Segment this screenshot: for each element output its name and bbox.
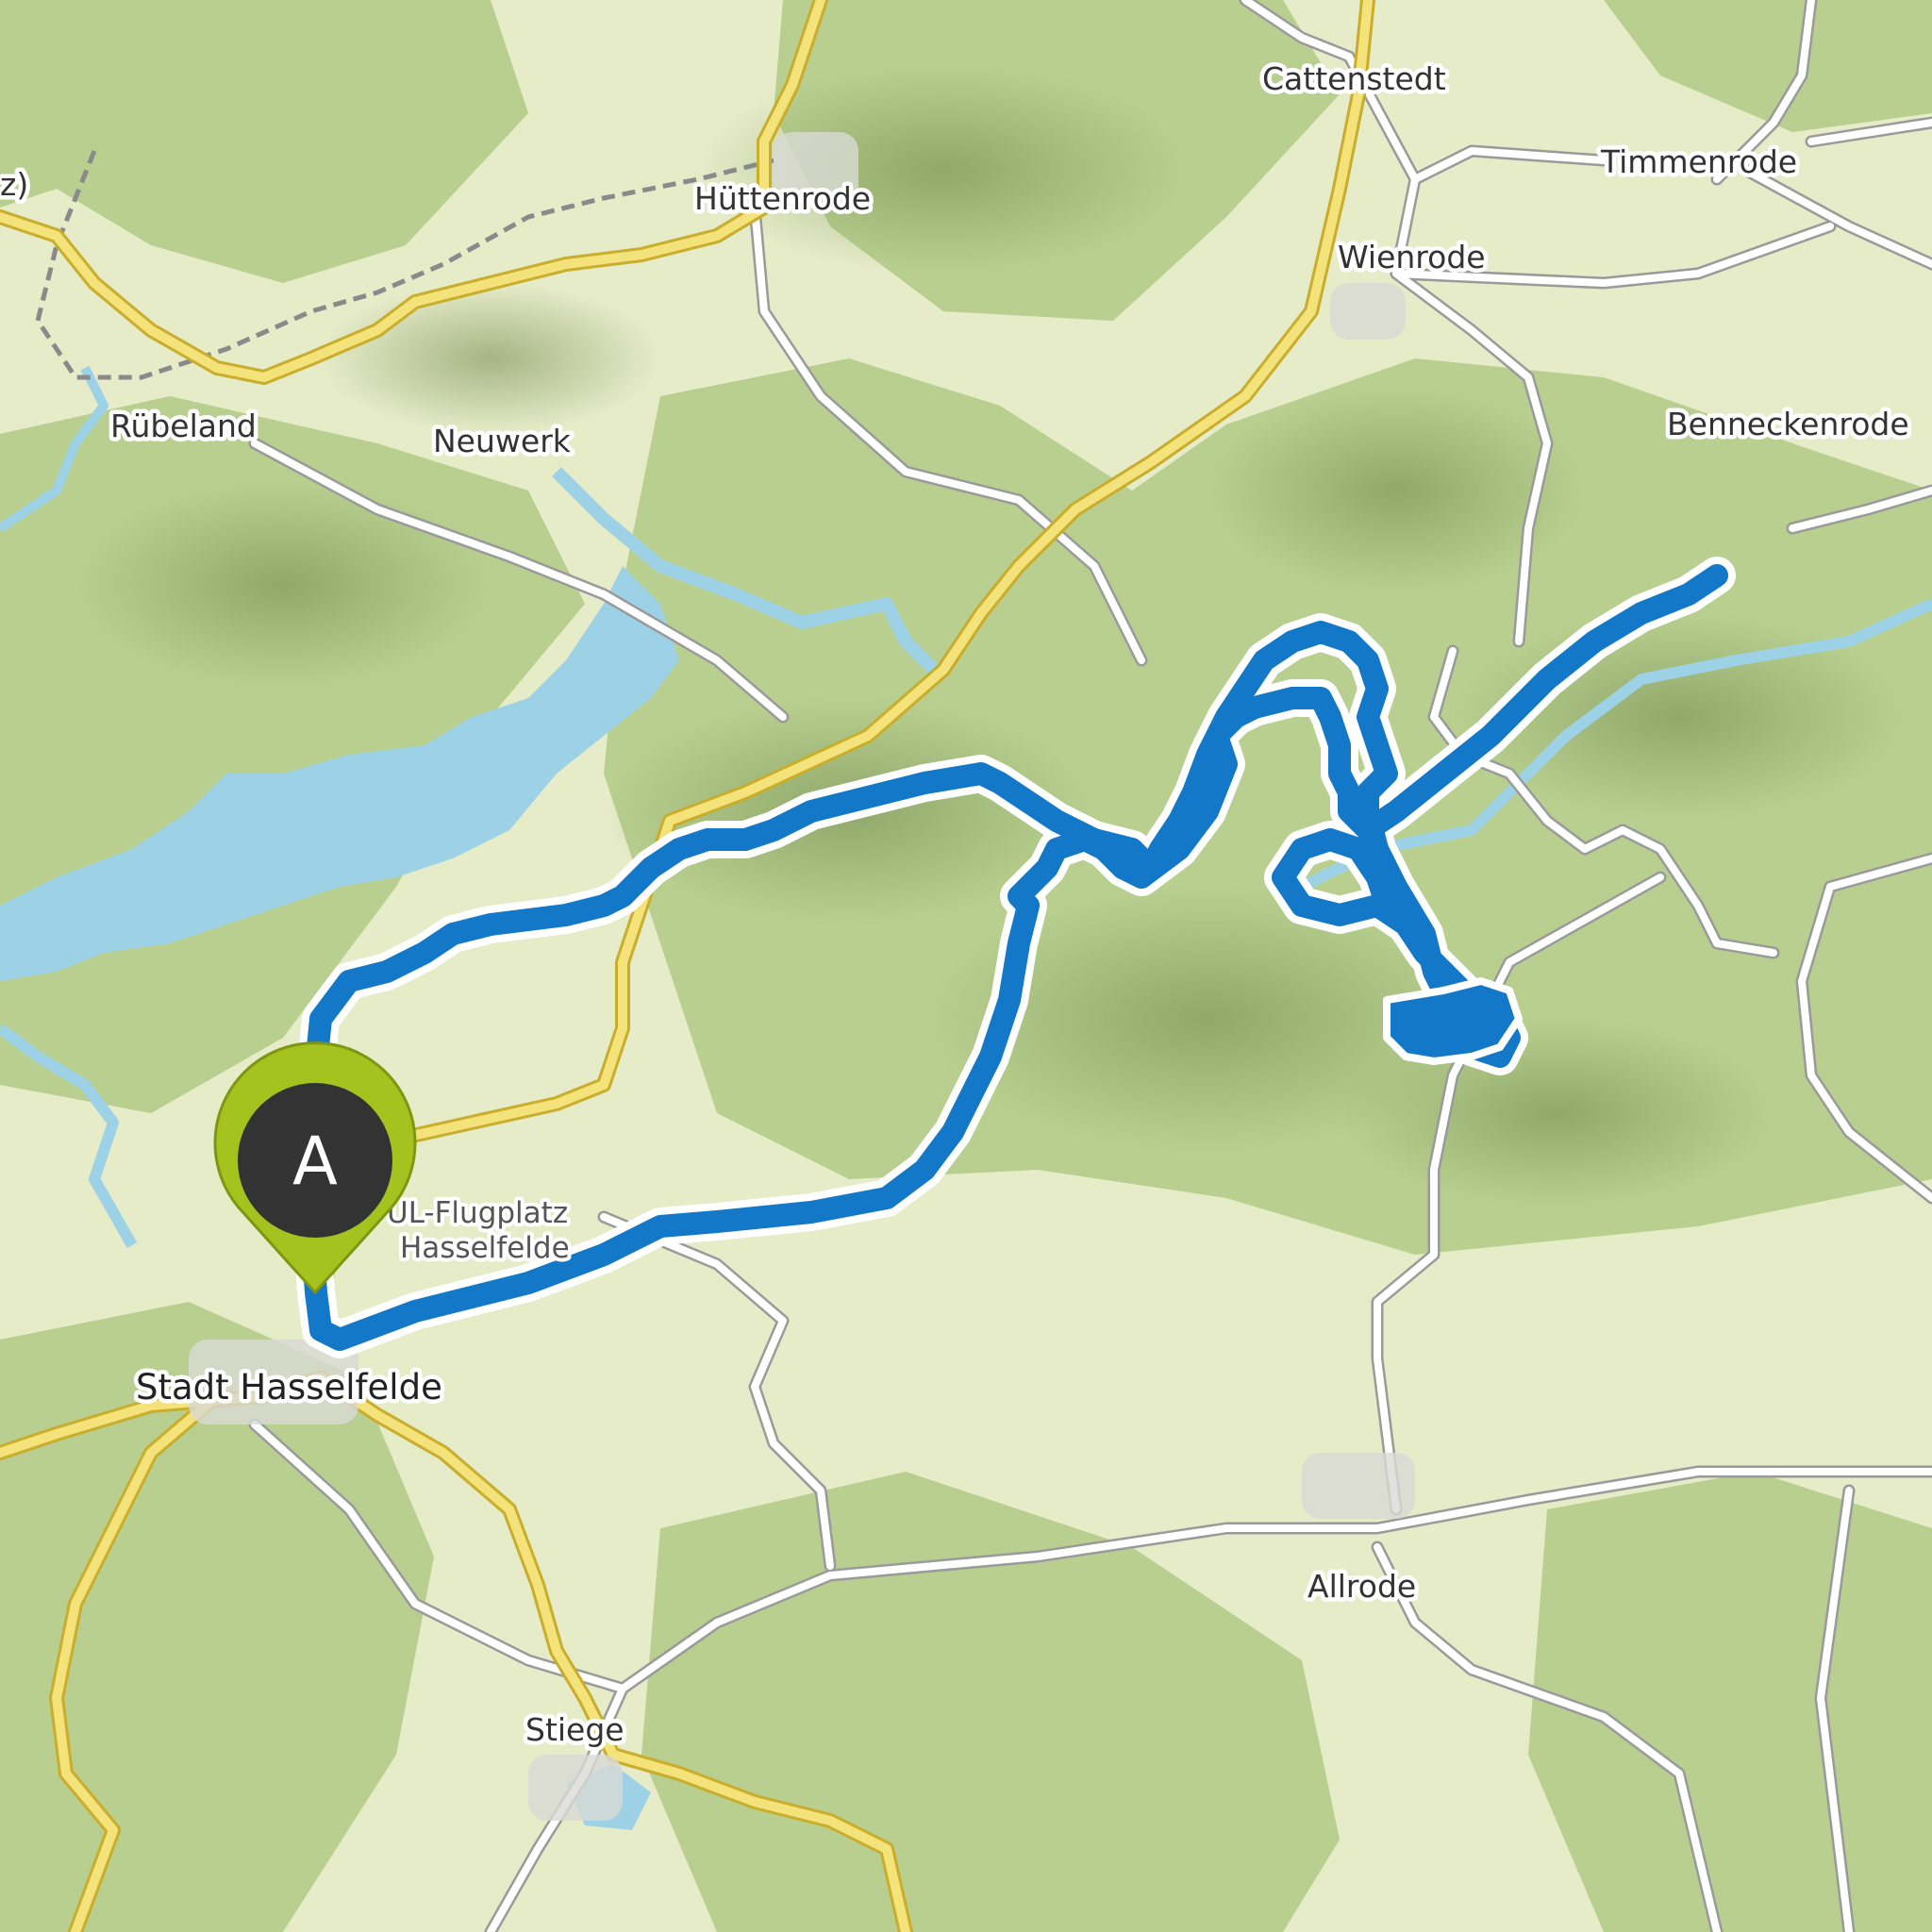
label-timmenrode: Timmenrode [1600,143,1797,180]
label-cattenstedt: Cattenstedt [1262,60,1446,97]
airfield-label: UL-Flugplatz Hasselfelde [383,1192,574,1269]
label-huettenrode: Hüttenrode [694,180,871,217]
label-stiege: Stiege [525,1711,625,1748]
label-wienrode: Wienrode [1338,239,1486,275]
start-marker-letter: A [292,1123,338,1200]
label-neuwerk: Neuwerk [433,423,572,459]
airfield-label-line2: Hasselfelde [400,1231,570,1265]
label-stadt-hasselfelde: Stadt Hasselfelde [136,1367,442,1407]
route-dense-section [1383,977,1523,1065]
label-benneckenrode: Benneckenrode [1667,406,1909,442]
label-ruebeland: Rübeland [110,408,257,444]
airfield-label-line1: UL-Flugplatz [387,1196,568,1230]
map-canvas[interactable]: Cattenstedt Timmenrode Hüttenrode Wienro… [0,0,1932,1932]
label-allrode: Allrode [1307,1568,1416,1605]
label-edge-fragment: z) [0,166,28,203]
